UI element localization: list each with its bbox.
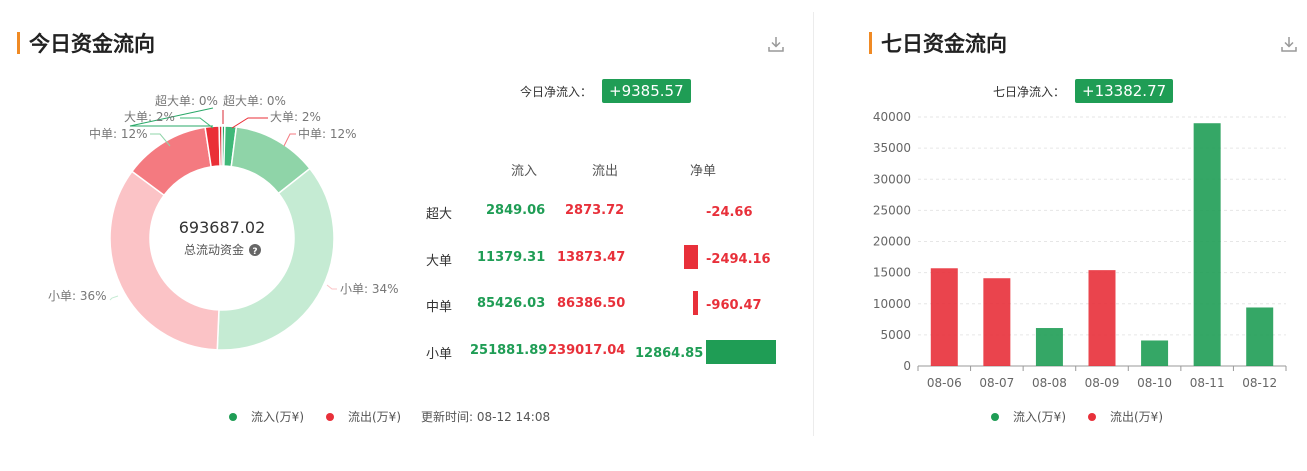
donut-slice-label: 大单: 2% xyxy=(270,110,321,124)
table-header-inflow: 流入 xyxy=(511,164,538,179)
legend-inflow-dot xyxy=(991,412,999,421)
x-tick-label: 08-06 xyxy=(927,376,962,390)
bar-08-10[interactable] xyxy=(1141,340,1169,366)
legend-outflow-dot xyxy=(1088,412,1096,421)
seven-day-bar-chart: 0 5000 10000 15000 20000 25000 30000 35000 40000… xyxy=(873,110,1287,390)
update-time: 更新时间: 08-12 14:08 xyxy=(421,410,551,424)
today-net-label: 今日净流入： xyxy=(520,84,593,99)
help-icon-glyph: ? xyxy=(252,247,257,257)
donut-chart: 693687.02 总流动资金 ? 超大单: 0% 大单: 2% 中单: 12% 小单: 3… xyxy=(48,93,399,351)
donut-slice-label: 中单: 12% xyxy=(89,126,148,141)
x-tick-label: 08-12 xyxy=(1242,376,1277,390)
today-legend: 流入(万¥) 流出(万¥) 更新时间: 08-12 14:08 xyxy=(229,408,550,425)
row-label-large: 大单 xyxy=(426,254,453,269)
download-icon[interactable] xyxy=(767,35,785,53)
legend-outflow-dot xyxy=(326,412,334,421)
donut-slice-label: 小单: 36% xyxy=(48,289,107,303)
donut-slice-label: 超大单: 0% xyxy=(223,93,286,108)
donut-slice-label: 大单: 2% xyxy=(124,110,175,124)
donut-label-leader-line xyxy=(109,295,119,301)
x-tick-label: 08-10 xyxy=(1137,376,1172,390)
y-tick-label: 40000 xyxy=(873,110,911,124)
row-out-large: 13873.47 xyxy=(557,250,626,265)
x-tick-label: 08-09 xyxy=(1085,376,1120,390)
net-bar xyxy=(692,291,698,315)
x-tick-label: 08-07 xyxy=(979,376,1014,390)
net-bar xyxy=(706,340,776,364)
y-tick-label: 30000 xyxy=(873,172,911,186)
x-tick-label: 08-11 xyxy=(1190,376,1225,390)
row-in-medium: 85426.03 xyxy=(477,296,546,311)
y-tick-label: 35000 xyxy=(873,141,911,155)
table-header-outflow: 流出 xyxy=(592,164,619,179)
seven-day-legend: 流入(万¥) 流出(万¥) xyxy=(991,408,1163,425)
row-out-super: 2873.72 xyxy=(565,203,625,218)
y-tick-label: 10000 xyxy=(873,297,911,311)
row-in-large: 11379.31 xyxy=(477,250,546,265)
row-label-super: 超大 xyxy=(426,207,453,222)
row-net-super: -24.66 xyxy=(706,205,753,220)
y-tick-label: 0 xyxy=(903,359,911,373)
table-header-net: 净单 xyxy=(690,164,717,179)
donut-slice xyxy=(216,167,335,351)
legend-inflow-label[interactable]: 流入(万¥) xyxy=(251,408,304,425)
row-net-large: -2494.16 xyxy=(706,252,771,267)
donut-slice-label: 超大单: 0% xyxy=(155,93,218,108)
bar-08-09[interactable] xyxy=(1088,270,1116,366)
x-tick-label: 08-08 xyxy=(1032,376,1067,390)
today-net-inflow: 今日净流入： +9385.57 xyxy=(520,79,691,103)
row-out-medium: 86386.50 xyxy=(557,296,626,311)
donut-slice-label: 小单: 34% xyxy=(340,282,399,296)
donut-center-value: 693687.02 xyxy=(179,218,266,237)
seven-day-fund-flow-panel: 七日资金流向 七日净流入： +13382.77 0 5000 10000 15000 2… xyxy=(841,0,1307,471)
legend-inflow-label[interactable]: 流入(万¥) xyxy=(1013,408,1066,425)
row-out-small: 239017.04 xyxy=(548,343,626,358)
legend-inflow-dot xyxy=(229,412,237,421)
net-bar xyxy=(684,245,698,269)
y-tick-label: 5000 xyxy=(880,328,911,342)
bar-08-12[interactable] xyxy=(1246,307,1274,366)
today-net-value-badge: +9385.57 xyxy=(602,79,691,103)
row-label-medium: 中单 xyxy=(426,300,453,315)
y-tick-label: 20000 xyxy=(873,235,911,249)
donut-slice-label: 中单: 12% xyxy=(298,126,357,141)
bar-08-06[interactable] xyxy=(930,268,958,366)
donut-slice xyxy=(218,125,223,167)
donut-slice xyxy=(109,170,220,351)
bar-08-08[interactable] xyxy=(1035,328,1063,366)
panel-divider xyxy=(813,12,814,436)
row-in-super: 2849.06 xyxy=(486,203,546,218)
legend-outflow-label[interactable]: 流出(万¥) xyxy=(1110,408,1163,425)
bar-08-11[interactable] xyxy=(1193,123,1221,366)
row-label-small: 小单 xyxy=(426,347,453,362)
row-net-medium: -960.47 xyxy=(706,298,762,313)
y-tick-label: 15000 xyxy=(873,266,911,280)
row-in-small: 251881.89 xyxy=(470,343,548,358)
donut-center-label: 总流动资金 xyxy=(184,242,244,257)
y-tick-label: 25000 xyxy=(873,203,911,217)
today-fund-flow-panel: 今日资金流向 今日净流入： +9385.57 693687.02 总流动资金? 超大… xyxy=(0,0,812,471)
donut-label-leader-line xyxy=(283,133,296,147)
row-net-small: 12864.85 xyxy=(635,346,704,361)
legend-outflow-label[interactable]: 流出(万¥) xyxy=(348,408,401,425)
bar-08-07[interactable] xyxy=(983,278,1011,366)
donut-label-leader-line xyxy=(326,284,337,290)
